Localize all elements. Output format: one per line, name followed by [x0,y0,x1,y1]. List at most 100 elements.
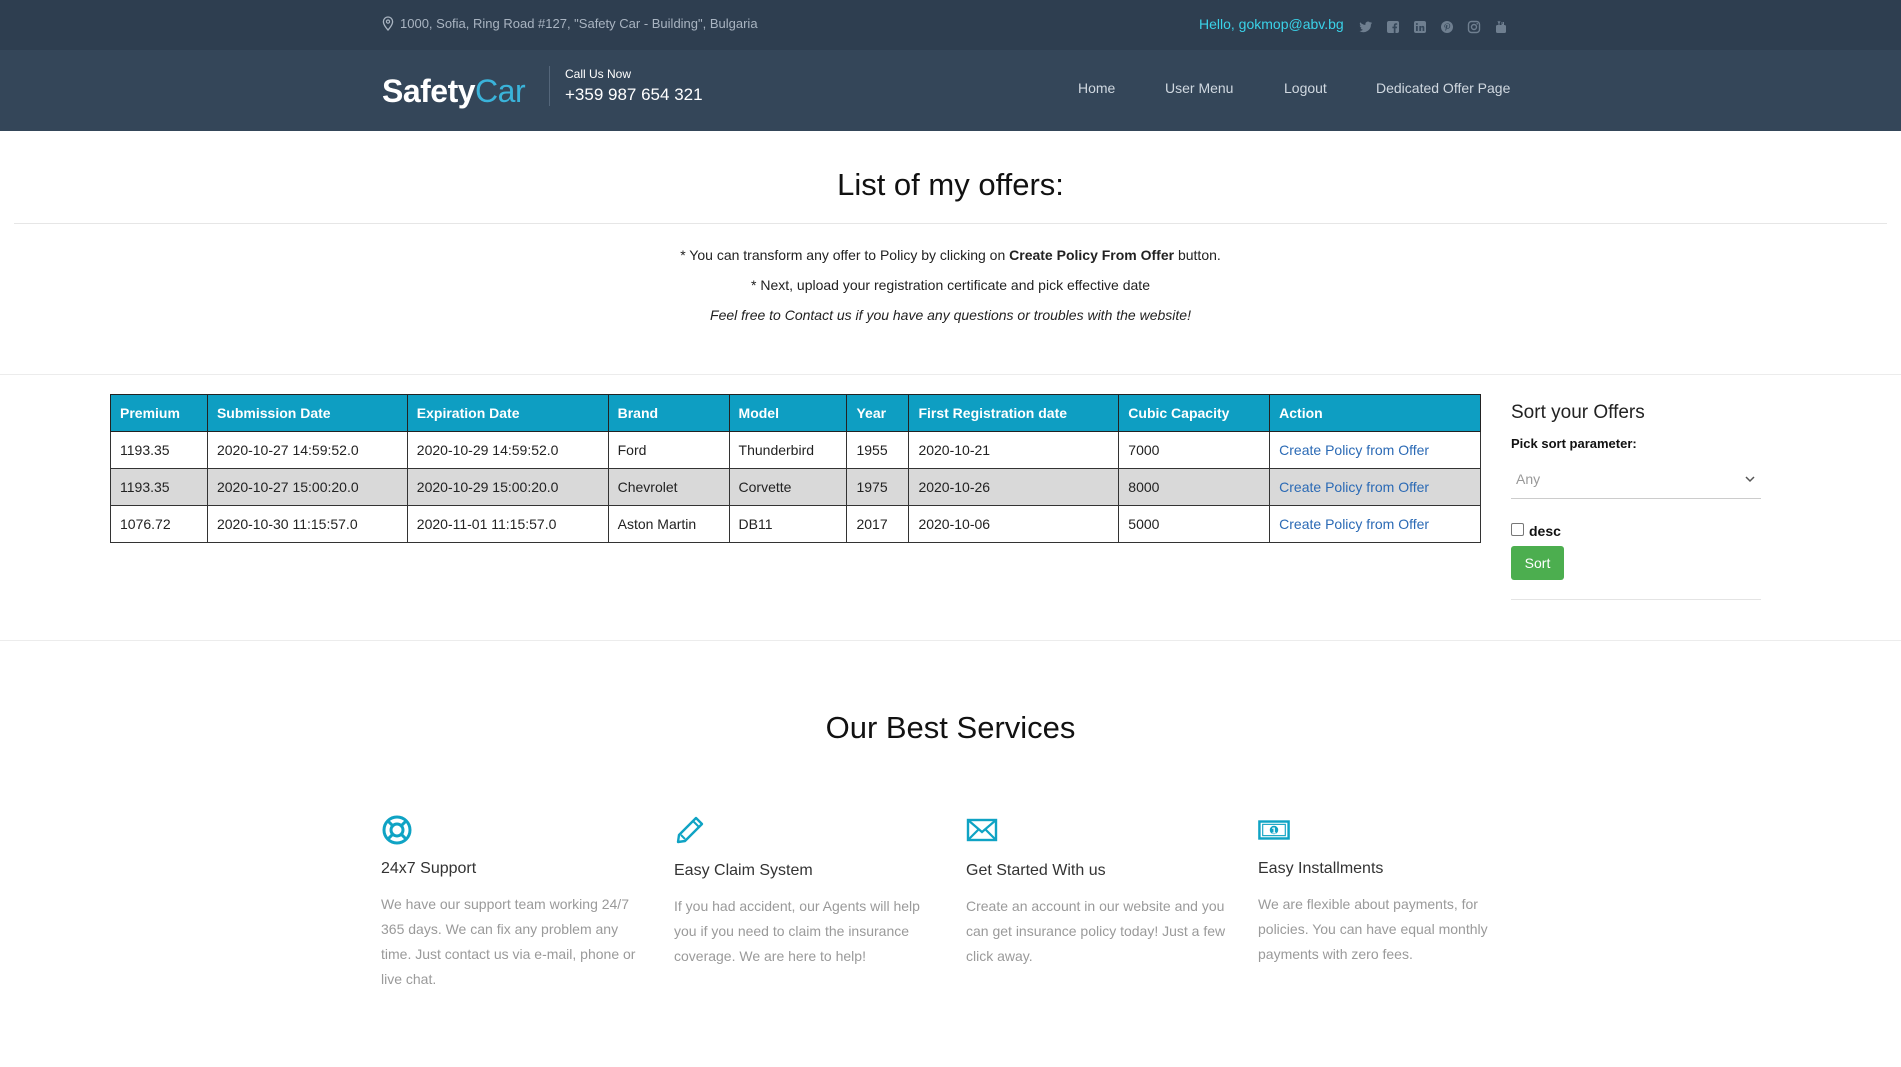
column-header-model: Model [728,394,848,432]
divider [0,374,1901,375]
service-card: Easy Claim System If you had accident, o… [674,814,934,969]
cell-cubic-capacity: 8000 [1118,468,1271,506]
nav-logout[interactable]: Logout [1284,80,1327,96]
call-label: Call Us Now [565,67,632,81]
service-text: Create an account in our website and you… [966,898,1226,964]
service-text: We have our support team working 24/7 36… [381,896,636,987]
service-title: Get Started With us [966,862,1106,879]
service-card: Get Started With us Create an account in… [966,814,1226,969]
service-card: 24x7 Support We have our support team wo… [381,814,641,992]
call-phone[interactable]: +359 987 654 321 [565,85,703,105]
facebook-icon[interactable] [1385,20,1401,36]
logo-accent-text: Car [475,73,526,109]
divider [14,223,1887,224]
cell-model: Corvette [728,468,848,506]
pinterest-icon[interactable] [1439,20,1455,36]
create-policy-link[interactable]: Create Policy from Offer [1279,479,1429,495]
services-title: Our Best Services [825,710,1076,745]
info-line-3: Feel free to Contact us if you have any … [710,307,1191,323]
cell-premium: 1193.35 [110,431,208,469]
cell-year: 1975 [846,468,910,506]
sort-button[interactable]: Sort [1511,546,1564,580]
address: 1000, Sofia, Ring Road #127, "Safety Car… [382,16,758,31]
cell-brand: Ford [607,431,730,469]
user-greeting[interactable]: Hello, gokmop@abv.bg [1199,16,1344,32]
divider [0,640,1901,641]
nav-home[interactable]: Home [1078,80,1115,96]
sort-panel-title: Sort your Offers [1511,402,1645,423]
cell-first-registration: 2020-10-26 [908,468,1120,506]
column-header-expiration-date: Expiration Date [406,394,609,432]
info-line-1-bold: Create Policy From Offer [1009,247,1175,263]
cell-brand: Chevrolet [607,468,730,506]
cell-year: 1955 [846,431,910,469]
lifebuoy-icon [381,814,413,846]
logo-divider [549,66,550,106]
desc-checkbox[interactable] [1511,523,1524,536]
service-card: 1 Easy Installments We are flexible abou… [1258,814,1518,967]
table-header-row: Premium Submission Date Expiration Date … [110,394,1481,432]
cell-brand: Aston Martin [607,505,730,543]
create-policy-link[interactable]: Create Policy from Offer [1279,516,1429,532]
cell-cubic-capacity: 7000 [1118,431,1271,469]
instagram-icon[interactable] [1466,20,1482,36]
top-bar [0,0,1901,50]
column-header-year: Year [846,394,910,432]
cell-submission-date: 2020-10-27 14:59:52.0 [206,431,408,469]
create-policy-link[interactable]: Create Policy from Offer [1279,442,1429,458]
desc-label: desc [1529,523,1561,539]
service-title: 24x7 Support [381,860,477,877]
site-header: 1000, Sofia, Ring Road #127, "Safety Car… [0,0,1901,131]
sort-parameter-select[interactable]: Any [1511,463,1761,499]
cell-model: Thunderbird [728,431,848,469]
address-text: 1000, Sofia, Ring Road #127, "Safety Car… [400,16,758,31]
cell-model: DB11 [728,505,848,543]
divider [1511,599,1761,600]
column-header-brand: Brand [607,394,730,432]
map-pin-icon [382,16,394,31]
cell-action: Create Policy from Offer [1269,468,1481,506]
page-title: List of my offers: [837,167,1064,202]
table-row: 1193.35 2020-10-27 15:00:20.0 2020-10-29… [110,468,1481,506]
pencil-icon [674,814,706,846]
money-icon: 1 [1258,814,1290,846]
envelope-icon [966,814,998,846]
cell-premium: 1076.72 [110,505,208,543]
cell-first-registration: 2020-10-21 [908,431,1120,469]
cell-action: Create Policy from Offer [1269,431,1481,469]
nav-dedicated-offer-page[interactable]: Dedicated Offer Page [1376,80,1510,96]
service-text: We are flexible about payments, for poli… [1258,896,1488,962]
table-row: 1076.72 2020-10-30 11:15:57.0 2020-11-01… [110,505,1481,543]
info-line-1-suffix: button. [1174,247,1221,263]
column-header-submission-date: Submission Date [206,394,408,432]
cell-action: Create Policy from Offer [1269,505,1481,543]
column-header-premium: Premium [110,394,208,432]
twitter-icon[interactable] [1358,20,1374,36]
info-line-2: * Next, upload your registration certifi… [751,277,1150,293]
info-line-1-prefix: * You can transform any offer to Policy … [680,247,1010,263]
column-header-action: Action [1269,394,1481,432]
cell-submission-date: 2020-10-27 15:00:20.0 [206,468,408,506]
cell-cubic-capacity: 5000 [1118,505,1271,543]
youtube-icon[interactable] [1493,20,1509,36]
svg-text:1: 1 [1271,826,1276,835]
linkedin-icon[interactable] [1412,20,1428,36]
chevron-down-icon [1745,472,1755,486]
site-logo[interactable]: SafetyCar [382,73,526,110]
cell-expiration-date: 2020-11-01 11:15:57.0 [406,505,609,543]
info-line-1: * You can transform any offer to Policy … [0,247,1901,263]
cell-expiration-date: 2020-10-29 14:59:52.0 [406,431,609,469]
social-links [1358,20,1509,36]
logo-main-text: Safety [382,73,476,109]
service-title: Easy Claim System [674,862,813,879]
sort-selected-value: Any [1516,471,1541,487]
service-text: If you had accident, our Agents will hel… [674,898,920,964]
cell-year: 2017 [846,505,910,543]
table-row: 1193.35 2020-10-27 14:59:52.0 2020-10-29… [110,431,1481,469]
column-header-first-registration: First Registration date [908,394,1120,432]
offers-table: Premium Submission Date Expiration Date … [110,394,1481,543]
sort-parameter-label: Pick sort parameter: [1511,436,1637,451]
column-header-cubic-capacity: Cubic Capacity [1118,394,1271,432]
nav-user-menu[interactable]: User Menu [1165,80,1233,96]
cell-premium: 1193.35 [110,468,208,506]
